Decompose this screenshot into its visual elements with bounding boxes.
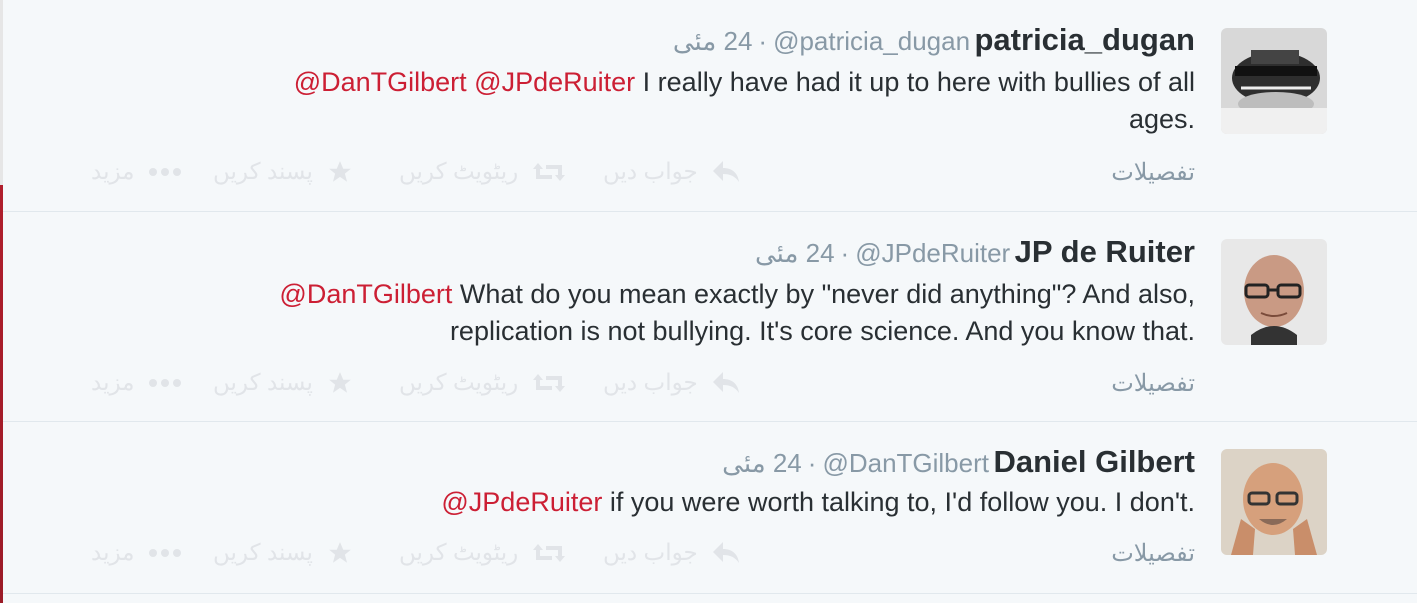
tweet-item[interactable]: 24 مئی · @JPdeRuiter JP de Ruiter @DanTGil… bbox=[3, 212, 1417, 422]
tweet-text-line: I really have had it up to here with bul… bbox=[642, 67, 1195, 97]
retweet-icon bbox=[532, 372, 566, 394]
separator-dot: · bbox=[758, 26, 768, 56]
retweet-button[interactable]: ریٹویٹ کریں bbox=[399, 369, 566, 396]
retweet-button[interactable]: ریٹویٹ کریں bbox=[399, 539, 566, 566]
more-label: مزید bbox=[91, 539, 135, 565]
tweet-list: 24 مئی · @patricia_dugan patricia_dugan @D… bbox=[3, 0, 1417, 603]
retweet-label: ریٹویٹ کریں bbox=[399, 539, 519, 565]
timeline-page: 24 مئی · @patricia_dugan patricia_dugan @D… bbox=[0, 0, 1417, 603]
details-link[interactable]: تفصیلات bbox=[1111, 369, 1195, 398]
tweet-text-line: ages. bbox=[1128, 104, 1195, 134]
tweet-timestamp[interactable]: 24 مئی bbox=[673, 26, 753, 56]
tweet-text: @JPdeRuiter if you were worth talking to… bbox=[441, 484, 1195, 521]
avatar[interactable] bbox=[1221, 28, 1327, 134]
mention-link[interactable]: @JPdeRuiter bbox=[441, 487, 602, 517]
more-button[interactable]: مزید bbox=[91, 158, 182, 185]
tweet-handle[interactable]: @JPdeRuiter bbox=[855, 238, 1010, 268]
tweet-header: 24 مئی · @DanTGilbert Daniel Gilbert bbox=[722, 444, 1195, 480]
tweet-fullname[interactable]: JP de Ruiter bbox=[1015, 234, 1195, 269]
more-dots-icon bbox=[148, 167, 182, 177]
more-dots-icon bbox=[148, 548, 182, 558]
star-icon bbox=[327, 540, 353, 566]
favorite-button[interactable]: پسند کریں bbox=[213, 158, 353, 185]
details-link[interactable]: تفصیلات bbox=[1111, 158, 1195, 187]
retweet-icon bbox=[532, 161, 566, 183]
tweet-item[interactable]: 24 مئی · @patricia_dugan patricia_dugan @D… bbox=[3, 0, 1417, 212]
tweet-header: 24 مئی · @patricia_dugan patricia_dugan bbox=[673, 22, 1195, 58]
tweet-handle[interactable]: @patricia_dugan bbox=[773, 26, 970, 56]
favorite-label: پسند کریں bbox=[213, 158, 313, 184]
retweet-icon bbox=[532, 542, 566, 564]
mention-link[interactable]: @JPdeRuiter bbox=[474, 67, 635, 97]
reply-label: جواب دیں bbox=[603, 158, 698, 184]
mention-link[interactable]: @DanTGilbert bbox=[294, 67, 467, 97]
tweet-fullname[interactable]: patricia_dugan bbox=[975, 22, 1196, 57]
tweet-text-line: What do you mean exactly by "never did a… bbox=[459, 279, 1195, 309]
tweet-header: 24 مئی · @JPdeRuiter JP de Ruiter bbox=[755, 234, 1195, 270]
more-dots-icon bbox=[148, 378, 182, 388]
favorite-button[interactable]: پسند کریں bbox=[213, 539, 353, 566]
avatar[interactable] bbox=[1221, 449, 1327, 555]
tweet-timestamp[interactable]: 24 مئی bbox=[755, 238, 835, 268]
tweet-fullname[interactable]: Daniel Gilbert bbox=[993, 444, 1195, 479]
star-icon bbox=[327, 159, 353, 185]
mention-link[interactable]: @DanTGilbert bbox=[279, 279, 452, 309]
tweet-timestamp[interactable]: 24 مئی bbox=[722, 448, 802, 478]
separator-dot: · bbox=[807, 448, 817, 478]
more-label: مزید bbox=[91, 369, 135, 395]
tweet-text: @DanTGilbert @JPdeRuiter I really have h… bbox=[294, 64, 1195, 138]
reply-label: جواب دیں bbox=[603, 369, 698, 395]
retweet-label: ریٹویٹ کریں bbox=[399, 158, 519, 184]
details-link[interactable]: تفصیلات bbox=[1111, 539, 1195, 568]
more-label: مزید bbox=[91, 158, 135, 184]
more-button[interactable]: مزید bbox=[91, 539, 182, 566]
reply-button[interactable]: جواب دیں bbox=[603, 158, 740, 185]
avatar[interactable] bbox=[1221, 239, 1327, 345]
reply-icon bbox=[712, 160, 740, 184]
retweet-label: ریٹویٹ کریں bbox=[399, 369, 519, 395]
favorite-label: پسند کریں bbox=[213, 369, 313, 395]
favorite-label: پسند کریں bbox=[213, 539, 313, 565]
tweet-text: @DanTGilbert What do you mean exactly by… bbox=[279, 276, 1195, 350]
tweet-text-line: if you were worth talking to, I'd follow… bbox=[609, 487, 1195, 517]
reply-label: جواب دیں bbox=[603, 539, 698, 565]
reply-button[interactable]: جواب دیں bbox=[603, 539, 740, 566]
star-icon bbox=[327, 370, 353, 396]
reply-icon bbox=[712, 371, 740, 395]
tweet-text-line: replication is not bullying. It's core s… bbox=[449, 316, 1195, 346]
favorite-button[interactable]: پسند کریں bbox=[213, 369, 353, 396]
reply-icon bbox=[712, 541, 740, 565]
separator-dot: · bbox=[840, 238, 850, 268]
reply-button[interactable]: جواب دیں bbox=[603, 369, 740, 396]
tweet-item[interactable]: 24 مئی · @DanTGilbert Daniel Gilbert @JPde… bbox=[3, 422, 1417, 594]
retweet-button[interactable]: ریٹویٹ کریں bbox=[399, 158, 566, 185]
tweet-handle[interactable]: @DanTGilbert bbox=[822, 448, 989, 478]
more-button[interactable]: مزید bbox=[91, 369, 182, 396]
